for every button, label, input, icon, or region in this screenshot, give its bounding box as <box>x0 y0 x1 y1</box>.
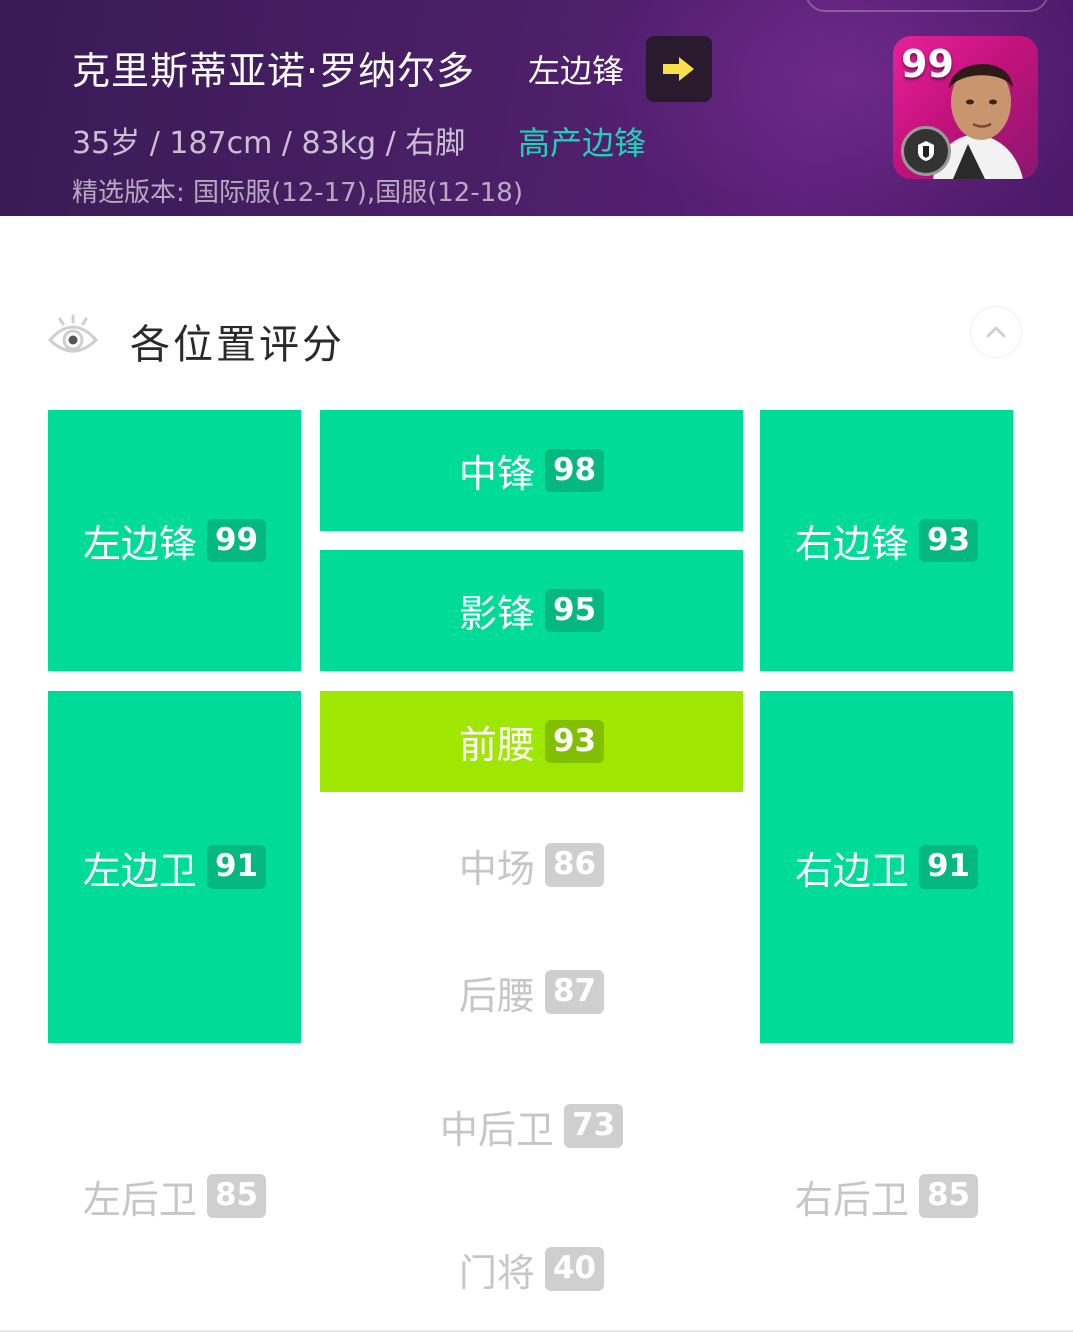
position-label: 左边卫 <box>82 848 197 893</box>
position-tile-dmf[interactable]: 后腰 87 <box>320 942 743 1042</box>
position-score: 85 <box>918 1174 979 1218</box>
position-label: 后腰 <box>458 973 535 1018</box>
position-tile-cmf[interactable]: 中场 86 <box>320 815 743 915</box>
position-label: 右边锋 <box>794 522 909 566</box>
position-tile-rmf[interactable]: 右边卫 91 <box>760 691 1013 1043</box>
position-tile-lwf[interactable]: 左边锋 99 <box>48 410 301 671</box>
position-score: 87 <box>544 970 605 1014</box>
player-card[interactable]: 99 <box>893 36 1038 179</box>
position-tile-amf[interactable]: 前腰 93 <box>320 691 743 792</box>
position-score: 98 <box>544 448 605 493</box>
position-tile-rb[interactable]: 右后卫 85 <box>760 1146 1013 1246</box>
position-tile-cb[interactable]: 中后卫 73 <box>320 1076 743 1176</box>
position-tile-ss[interactable]: 影锋 95 <box>320 550 743 671</box>
position-label: 右边卫 <box>794 848 909 893</box>
position-score: 93 <box>544 719 605 764</box>
position-tile-lb[interactable]: 左后卫 85 <box>48 1146 301 1246</box>
club-badge-icon <box>901 126 951 176</box>
arrow-right-icon <box>663 57 694 81</box>
position-label: 左边锋 <box>82 522 197 566</box>
position-score: 40 <box>544 1247 605 1291</box>
version-line: 精选版本: 国际服(12-17),国服(12-18) <box>72 178 523 208</box>
card-rating: 99 <box>901 42 954 86</box>
player-position: 左边锋 <box>528 52 625 90</box>
position-score: 95 <box>544 588 605 633</box>
position-tile-rwf[interactable]: 右边锋 93 <box>760 410 1013 671</box>
position-label: 前腰 <box>458 723 535 767</box>
position-score: 73 <box>563 1104 624 1148</box>
next-button[interactable] <box>646 36 712 102</box>
position-label: 中锋 <box>458 452 535 496</box>
player-header: 克里斯蒂亚诺·罗纳尔多 左边锋 35岁 / 187cm / 83kg / 右脚 … <box>0 0 1073 216</box>
position-score: 91 <box>206 845 267 889</box>
position-tile-lmf[interactable]: 左边卫 91 <box>48 691 301 1043</box>
position-score: 99 <box>206 518 267 563</box>
position-label: 影锋 <box>458 592 535 636</box>
player-style-tag[interactable]: 高产边锋 <box>518 118 646 164</box>
position-score: 85 <box>206 1174 267 1218</box>
position-tile-cf[interactable]: 中锋 98 <box>320 410 743 531</box>
top-pill[interactable] <box>805 0 1049 12</box>
eye-icon <box>47 314 99 353</box>
chevron-up-icon <box>986 326 1006 338</box>
position-score: 91 <box>918 845 979 889</box>
position-score: 86 <box>544 843 605 887</box>
position-label: 左后卫 <box>82 1177 197 1222</box>
player-info: 35岁 / 187cm / 83kg / 右脚 <box>72 126 466 161</box>
position-tile-gk[interactable]: 门将 40 <box>320 1219 743 1319</box>
position-label: 右后卫 <box>794 1177 909 1222</box>
position-label: 中后卫 <box>439 1107 554 1152</box>
collapse-button[interactable] <box>970 306 1022 358</box>
position-score: 93 <box>918 518 979 563</box>
player-name: 克里斯蒂亚诺·罗纳尔多 <box>72 49 476 93</box>
section-title: 各位置评分 <box>130 322 345 368</box>
position-label: 中场 <box>458 846 535 891</box>
position-label: 门将 <box>458 1250 535 1295</box>
